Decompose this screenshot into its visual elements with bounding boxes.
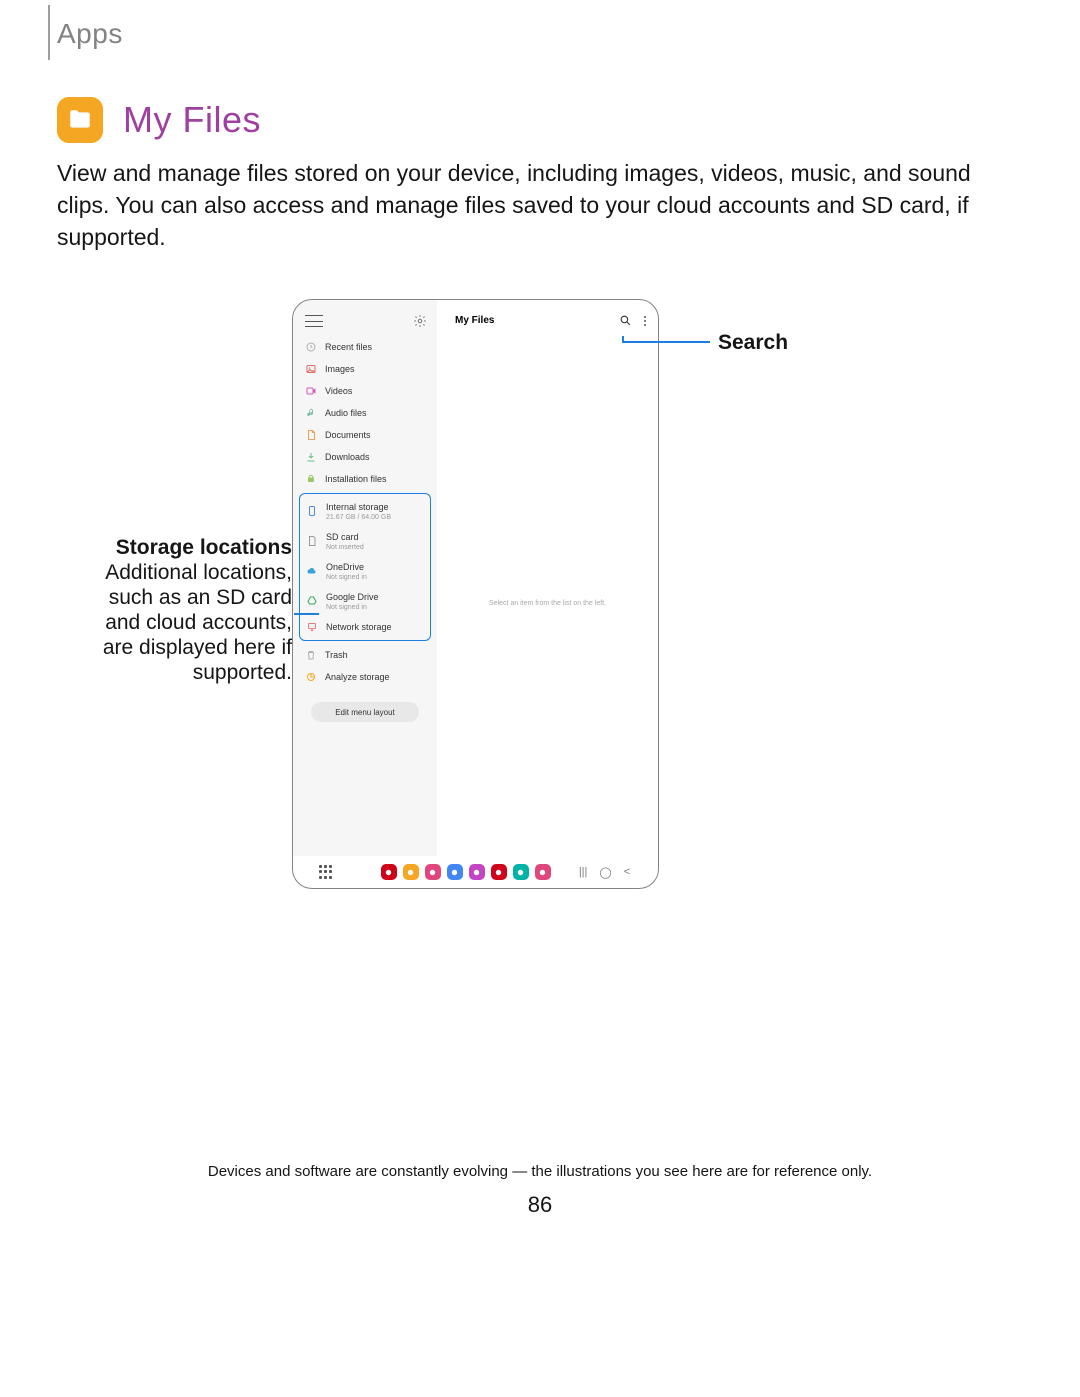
sidebar-top <box>293 300 437 336</box>
sidebar-item[interactable]: Trash <box>293 644 437 666</box>
sidebar-item-label: SD card <box>326 531 364 543</box>
taskbar-app-icon[interactable] <box>469 864 485 880</box>
sidebar-item[interactable]: SD cardNot inserted <box>300 526 430 556</box>
taskbar-app-icon[interactable] <box>403 864 419 880</box>
sidebar-item-label: Internal storage <box>326 501 391 513</box>
sidebar-item[interactable]: Recent files <box>293 336 437 358</box>
sidebar-item-label: Audio files <box>325 407 367 419</box>
download-icon <box>305 451 317 463</box>
video-icon <box>305 385 317 397</box>
my-files-app-icon <box>57 97 103 143</box>
taskbar-app-icon[interactable] <box>491 864 507 880</box>
sidebar-item[interactable]: Google DriveNot signed in <box>300 586 430 616</box>
main-toolbar: My Files <box>437 300 658 335</box>
files-main-area: My Files Select an item from the list on… <box>437 300 658 856</box>
device-taskbar: ||| ◯ < <box>293 856 658 888</box>
sidebar-item-label: Network storage <box>326 621 392 633</box>
sidebar-item-label: Google Drive <box>326 591 379 603</box>
home-button-icon[interactable]: ◯ <box>599 866 611 879</box>
taskbar-app-icon[interactable] <box>535 864 551 880</box>
section-divider <box>48 5 50 60</box>
sidebar-item-label: Analyze storage <box>325 671 390 683</box>
taskbar-app-icon[interactable] <box>513 864 529 880</box>
empty-state-hint: Select an item from the list on the left… <box>437 600 658 607</box>
apps-grid-icon[interactable] <box>319 865 333 879</box>
page-title: My Files <box>123 99 261 141</box>
sidebar-item-label: Installation files <box>325 473 387 485</box>
sidebar-item[interactable]: Images <box>293 358 437 380</box>
doc-icon <box>305 429 317 441</box>
page-description: View and manage files stored on your dev… <box>57 157 1023 253</box>
sidebar-footer-list: Trash Analyze storage <box>293 644 437 688</box>
callout-storage-body: Additional locations, such as an SD card… <box>80 560 292 685</box>
files-sidebar: Recent files Images Videos Audio files Docum… <box>293 300 437 856</box>
taskbar-app-icon[interactable] <box>381 864 397 880</box>
toolbar-actions <box>619 314 646 327</box>
sidebar-item[interactable]: Audio files <box>293 402 437 424</box>
sidebar-item[interactable]: OneDriveNot signed in <box>300 556 430 586</box>
page-number: 86 <box>0 1192 1080 1218</box>
storage-locations-group: Internal storage21.67 GB / 64.00 GBSD ca… <box>299 493 431 641</box>
sidebar-item-label: Images <box>325 363 355 375</box>
cloud-icon <box>306 565 318 577</box>
folder-icon <box>67 107 93 133</box>
callout-storage: Storage locations Additional locations, … <box>80 536 292 685</box>
sidebar-item-label: Documents <box>325 429 371 441</box>
sidebar-item-label: OneDrive <box>326 561 367 573</box>
sidebar-item[interactable]: Documents <box>293 424 437 446</box>
menu-icon[interactable] <box>305 315 323 327</box>
trash-icon <box>305 649 317 661</box>
sd-icon <box>306 535 318 547</box>
sidebar-item-label: Trash <box>325 649 348 661</box>
navigation-buttons: ||| ◯ < <box>579 866 630 879</box>
sidebar-item-label: Recent files <box>325 341 372 353</box>
clock-icon <box>305 341 317 353</box>
category-list: Recent files Images Videos Audio files Docum… <box>293 336 437 490</box>
more-options-icon[interactable] <box>644 316 646 326</box>
taskbar-app-icons <box>381 864 551 880</box>
title-row: My Files <box>57 97 261 143</box>
sidebar-item-sublabel: 21.67 GB / 64.00 GB <box>326 514 391 521</box>
recent-apps-icon[interactable]: ||| <box>579 866 588 878</box>
taskbar-app-icon[interactable] <box>447 864 463 880</box>
document-page: Apps My Files View and manage files stor… <box>0 0 1080 1397</box>
sidebar-item[interactable]: Videos <box>293 380 437 402</box>
sidebar-item[interactable]: Internal storage21.67 GB / 64.00 GB <box>300 496 430 526</box>
sidebar-item-sublabel: Not signed in <box>326 574 367 581</box>
sidebar-item[interactable]: Downloads <box>293 446 437 468</box>
back-button-icon[interactable]: < <box>624 866 630 878</box>
settings-icon[interactable] <box>413 314 427 328</box>
audio-icon <box>305 407 317 419</box>
apk-icon <box>305 473 317 485</box>
phone-icon <box>306 505 318 517</box>
device-mockup: Recent files Images Videos Audio files Docum… <box>292 299 659 889</box>
analyze-icon <box>305 671 317 683</box>
footer-note: Devices and software are constantly evol… <box>0 1163 1080 1180</box>
sidebar-item-label: Downloads <box>325 451 370 463</box>
sidebar-item-sublabel: Not signed in <box>326 604 379 611</box>
main-title: My Files <box>455 315 494 326</box>
sidebar-item-label: Videos <box>325 385 352 397</box>
taskbar-app-icon[interactable] <box>425 864 441 880</box>
edit-menu-layout-button[interactable]: Edit menu layout <box>311 702 419 722</box>
sidebar-item[interactable]: Analyze storage <box>293 666 437 688</box>
gdrive-icon <box>306 595 318 607</box>
search-icon[interactable] <box>619 314 632 327</box>
sidebar-item[interactable]: Network storage <box>300 616 430 638</box>
sidebar-item-sublabel: Not inserted <box>326 544 364 551</box>
callout-search-label: Search <box>718 331 788 355</box>
section-heading: Apps <box>57 18 123 50</box>
image-icon <box>305 363 317 375</box>
network-icon <box>306 621 318 633</box>
sidebar-item[interactable]: Installation files <box>293 468 437 490</box>
callout-storage-title: Storage locations <box>80 536 292 560</box>
